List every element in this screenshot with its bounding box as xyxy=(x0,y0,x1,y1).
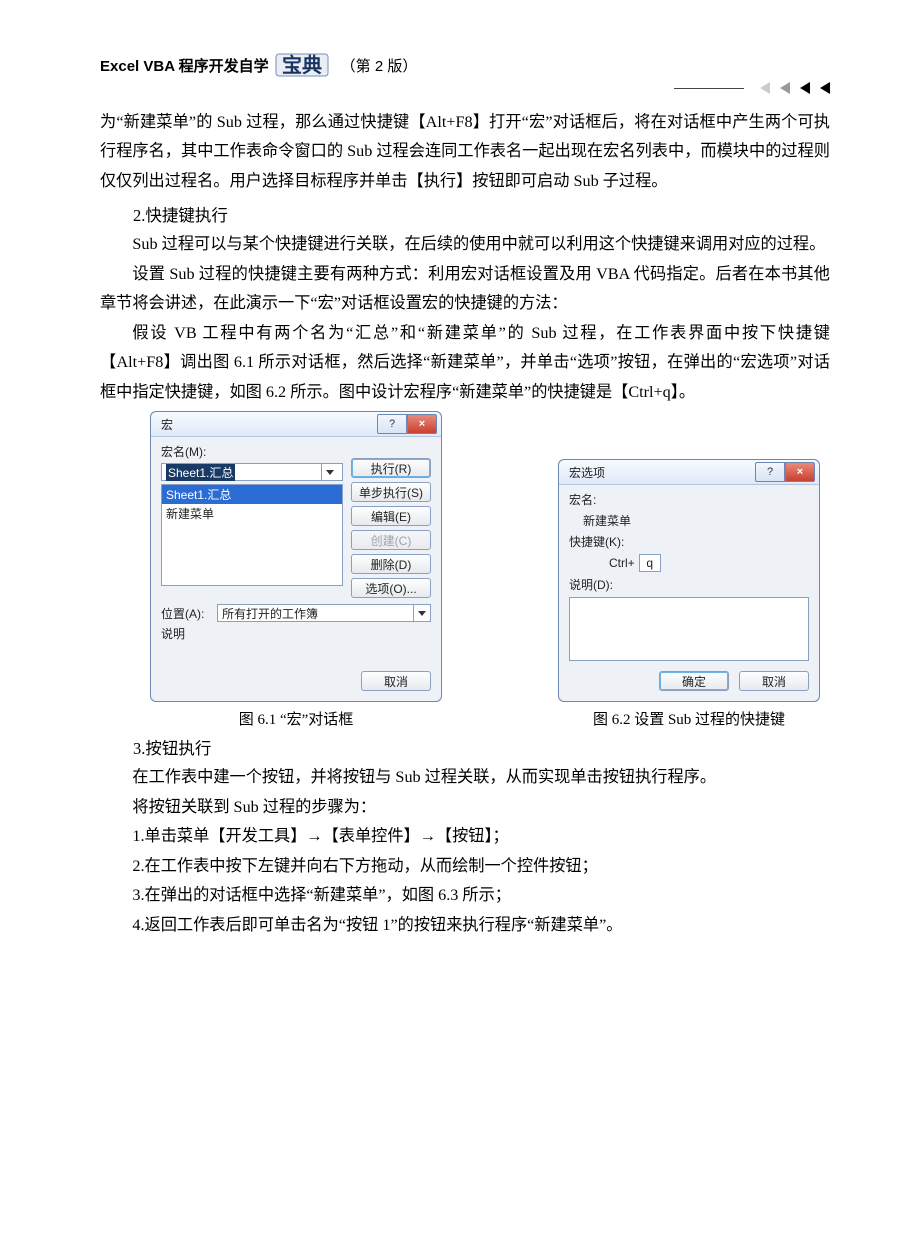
step-item: 4.返回工作表后即可单击名为“按钮 1”的按钮来执行程序“新建菜单”。 xyxy=(100,911,830,940)
badge-text: 宝典 xyxy=(282,53,322,77)
macro-dialog-title: 宏 xyxy=(161,416,173,433)
options-name-label: 宏名: xyxy=(569,491,809,508)
macro-grid: 宏名(M): Sheet1.汇总 Sheet1.汇总 新建菜单 执行( xyxy=(161,443,431,598)
paragraph: 将按钮关联到 Sub 过程的步骤为： xyxy=(100,793,830,822)
options-name-value: 新建菜单 xyxy=(569,512,809,529)
location-combo[interactable]: 所有打开的工作簿 xyxy=(217,604,431,622)
help-button[interactable]: ? xyxy=(755,462,785,482)
chevron-down-icon[interactable] xyxy=(413,605,430,621)
edition-label: （第 2 版） xyxy=(341,55,418,76)
paragraph: 为“新建菜单”的 Sub 过程，那么通过快捷键【Alt+F8】打开“宏”对话框后… xyxy=(100,108,830,196)
header-right-decor xyxy=(674,82,830,94)
shortcut-row: Ctrl+ q xyxy=(569,554,809,572)
step-item: 2.在工作表中按下左键并向右下方拖动，从而绘制一个控件按钮； xyxy=(100,852,830,881)
macro-left-col: 宏名(M): Sheet1.汇总 Sheet1.汇总 新建菜单 xyxy=(161,443,343,598)
list-item[interactable]: 新建菜单 xyxy=(162,504,342,523)
options-desc-label: 说明(D): xyxy=(569,576,809,593)
macro-name-label: 宏名(M): xyxy=(161,443,343,460)
list-item[interactable]: Sheet1.汇总 xyxy=(162,485,342,504)
macro-dialog: 宏 ? × 宏名(M): Sheet1.汇总 xyxy=(150,411,442,702)
options-dialog-title: 宏选项 xyxy=(569,464,605,481)
options-dialog-body: 宏名: 新建菜单 快捷键(K): Ctrl+ q 说明(D): 确定 取消 xyxy=(559,485,819,701)
macro-dialog-titlebar[interactable]: 宏 ? × xyxy=(151,412,441,437)
body-text-sec3: 3.按钮执行 在工作表中建一个按钮，并将按钮与 Sub 过程关联，从而实现单击按… xyxy=(100,735,830,940)
figure-6-2: 宏选项 ? × 宏名: 新建菜单 快捷键(K): Ctrl+ q xyxy=(558,459,820,729)
close-button[interactable]: × xyxy=(407,414,437,434)
cancel-button[interactable]: 取消 xyxy=(739,671,809,691)
paragraph: 设置 Sub 过程的快捷键主要有两种方式：利用宏对话框设置及用 VBA 代码指定… xyxy=(100,260,830,319)
location-value: 所有打开的工作簿 xyxy=(218,605,413,622)
options-button[interactable]: 选项(O)... xyxy=(351,578,431,598)
triangle-icon xyxy=(820,82,830,94)
shortcut-prefix: Ctrl+ xyxy=(609,556,635,570)
paragraph: 在工作表中建一个按钮，并将按钮与 Sub 过程关联，从而实现单击按钮执行程序。 xyxy=(100,763,830,792)
figure-caption: 图 6.1 “宏”对话框 xyxy=(239,708,354,729)
description-label: 说明 xyxy=(161,625,431,642)
run-button[interactable]: 执行(R) xyxy=(351,458,431,478)
header-line xyxy=(674,88,744,89)
paragraph: 假设 VB 工程中有两个名为“汇总”和“新建菜单”的 Sub 过程，在工作表界面… xyxy=(100,319,830,407)
figure-6-1: 宏 ? × 宏名(M): Sheet1.汇总 xyxy=(150,411,442,729)
macro-name-value: Sheet1.汇总 xyxy=(166,464,235,481)
section-heading-3: 3.按钮执行 xyxy=(133,735,830,759)
page-header: Excel VBA 程序开发自学 宝典 （第 2 版） xyxy=(100,50,830,80)
options-footer: 确定 取消 xyxy=(569,671,809,691)
dropdown-icon[interactable] xyxy=(321,464,338,480)
location-label: 位置(A): xyxy=(161,605,211,622)
triangle-icon xyxy=(800,82,810,94)
macro-bottom: 位置(A): 所有打开的工作簿 说明 xyxy=(161,604,431,663)
options-dialog-titlebar[interactable]: 宏选项 ? × xyxy=(559,460,819,485)
help-button[interactable]: ? xyxy=(377,414,407,434)
options-desc-textarea[interactable] xyxy=(569,597,809,661)
macro-right-col: 执行(R) 单步执行(S) 编辑(E) 创建(C) 删除(D) 选项(O)... xyxy=(351,443,431,598)
step-button[interactable]: 单步执行(S) xyxy=(351,482,431,502)
figures-row: 宏 ? × 宏名(M): Sheet1.汇总 xyxy=(100,411,830,729)
book-title: Excel VBA 程序开发自学 xyxy=(100,55,269,76)
ok-button[interactable]: 确定 xyxy=(659,671,729,691)
macro-options-dialog: 宏选项 ? × 宏名: 新建菜单 快捷键(K): Ctrl+ q xyxy=(558,459,820,702)
triangle-icon xyxy=(760,82,770,94)
macro-listbox[interactable]: Sheet1.汇总 新建菜单 xyxy=(161,484,343,586)
titlebar-buttons: ? × xyxy=(377,414,437,434)
location-row: 位置(A): 所有打开的工作簿 xyxy=(161,604,431,622)
titlebar-buttons: ? × xyxy=(755,462,815,482)
macro-footer: 取消 xyxy=(161,671,431,691)
triangle-icon xyxy=(780,82,790,94)
step-item: 1.单击菜单【开发工具】→【表单控件】→【按钮】； xyxy=(100,822,830,851)
close-button[interactable]: × xyxy=(785,462,815,482)
body-text: 为“新建菜单”的 Sub 过程，那么通过快捷键【Alt+F8】打开“宏”对话框后… xyxy=(100,108,830,407)
page: Excel VBA 程序开发自学 宝典 （第 2 版） 为“新建菜单”的 Sub… xyxy=(0,0,920,990)
shortcut-key-input[interactable]: q xyxy=(639,554,661,572)
options-shortcut-label: 快捷键(K): xyxy=(569,533,809,550)
paragraph: Sub 过程可以与某个快捷键进行关联，在后续的使用中就可以利用这个快捷键来调用对… xyxy=(100,230,830,259)
macro-name-input[interactable]: Sheet1.汇总 xyxy=(161,463,343,481)
title-badge: 宝典 xyxy=(275,50,329,80)
figure-caption: 图 6.2 设置 Sub 过程的快捷键 xyxy=(593,708,785,729)
delete-button[interactable]: 删除(D) xyxy=(351,554,431,574)
edit-button[interactable]: 编辑(E) xyxy=(351,506,431,526)
options-inner: 宏名: 新建菜单 快捷键(K): Ctrl+ q 说明(D): xyxy=(569,491,809,661)
cancel-button[interactable]: 取消 xyxy=(361,671,431,691)
section-heading-2: 2.快捷键执行 xyxy=(133,202,830,226)
step-item: 3.在弹出的对话框中选择“新建菜单”，如图 6.3 所示； xyxy=(100,881,830,910)
badge-svg: 宝典 xyxy=(275,50,329,80)
header-left: Excel VBA 程序开发自学 宝典 （第 2 版） xyxy=(100,50,417,80)
create-button: 创建(C) xyxy=(351,530,431,550)
macro-dialog-body: 宏名(M): Sheet1.汇总 Sheet1.汇总 新建菜单 执行( xyxy=(151,437,441,701)
